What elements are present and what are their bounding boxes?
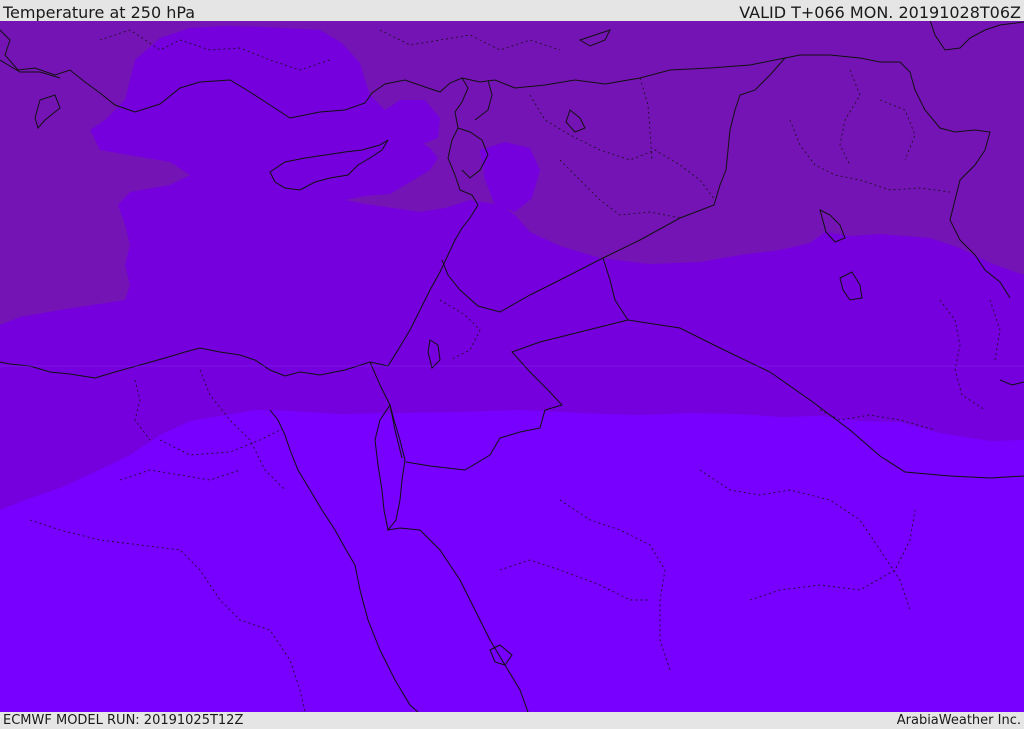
- map-title: Temperature at 250 hPa: [3, 3, 196, 22]
- header-bar: Temperature at 250 hPa VALID T+066 MON. …: [0, 0, 1024, 22]
- credit-label: ArabiaWeather Inc.: [896, 713, 1021, 728]
- footer-bar: ECMWF MODEL RUN: 20191025T12Z ArabiaWeat…: [0, 712, 1024, 729]
- weather-map[interactable]: [0, 21, 1024, 712]
- model-run-label: ECMWF MODEL RUN: 20191025T12Z: [3, 713, 244, 728]
- map-canvas: [0, 21, 1024, 712]
- valid-time: VALID T+066 MON. 20191028T06Z: [739, 3, 1021, 22]
